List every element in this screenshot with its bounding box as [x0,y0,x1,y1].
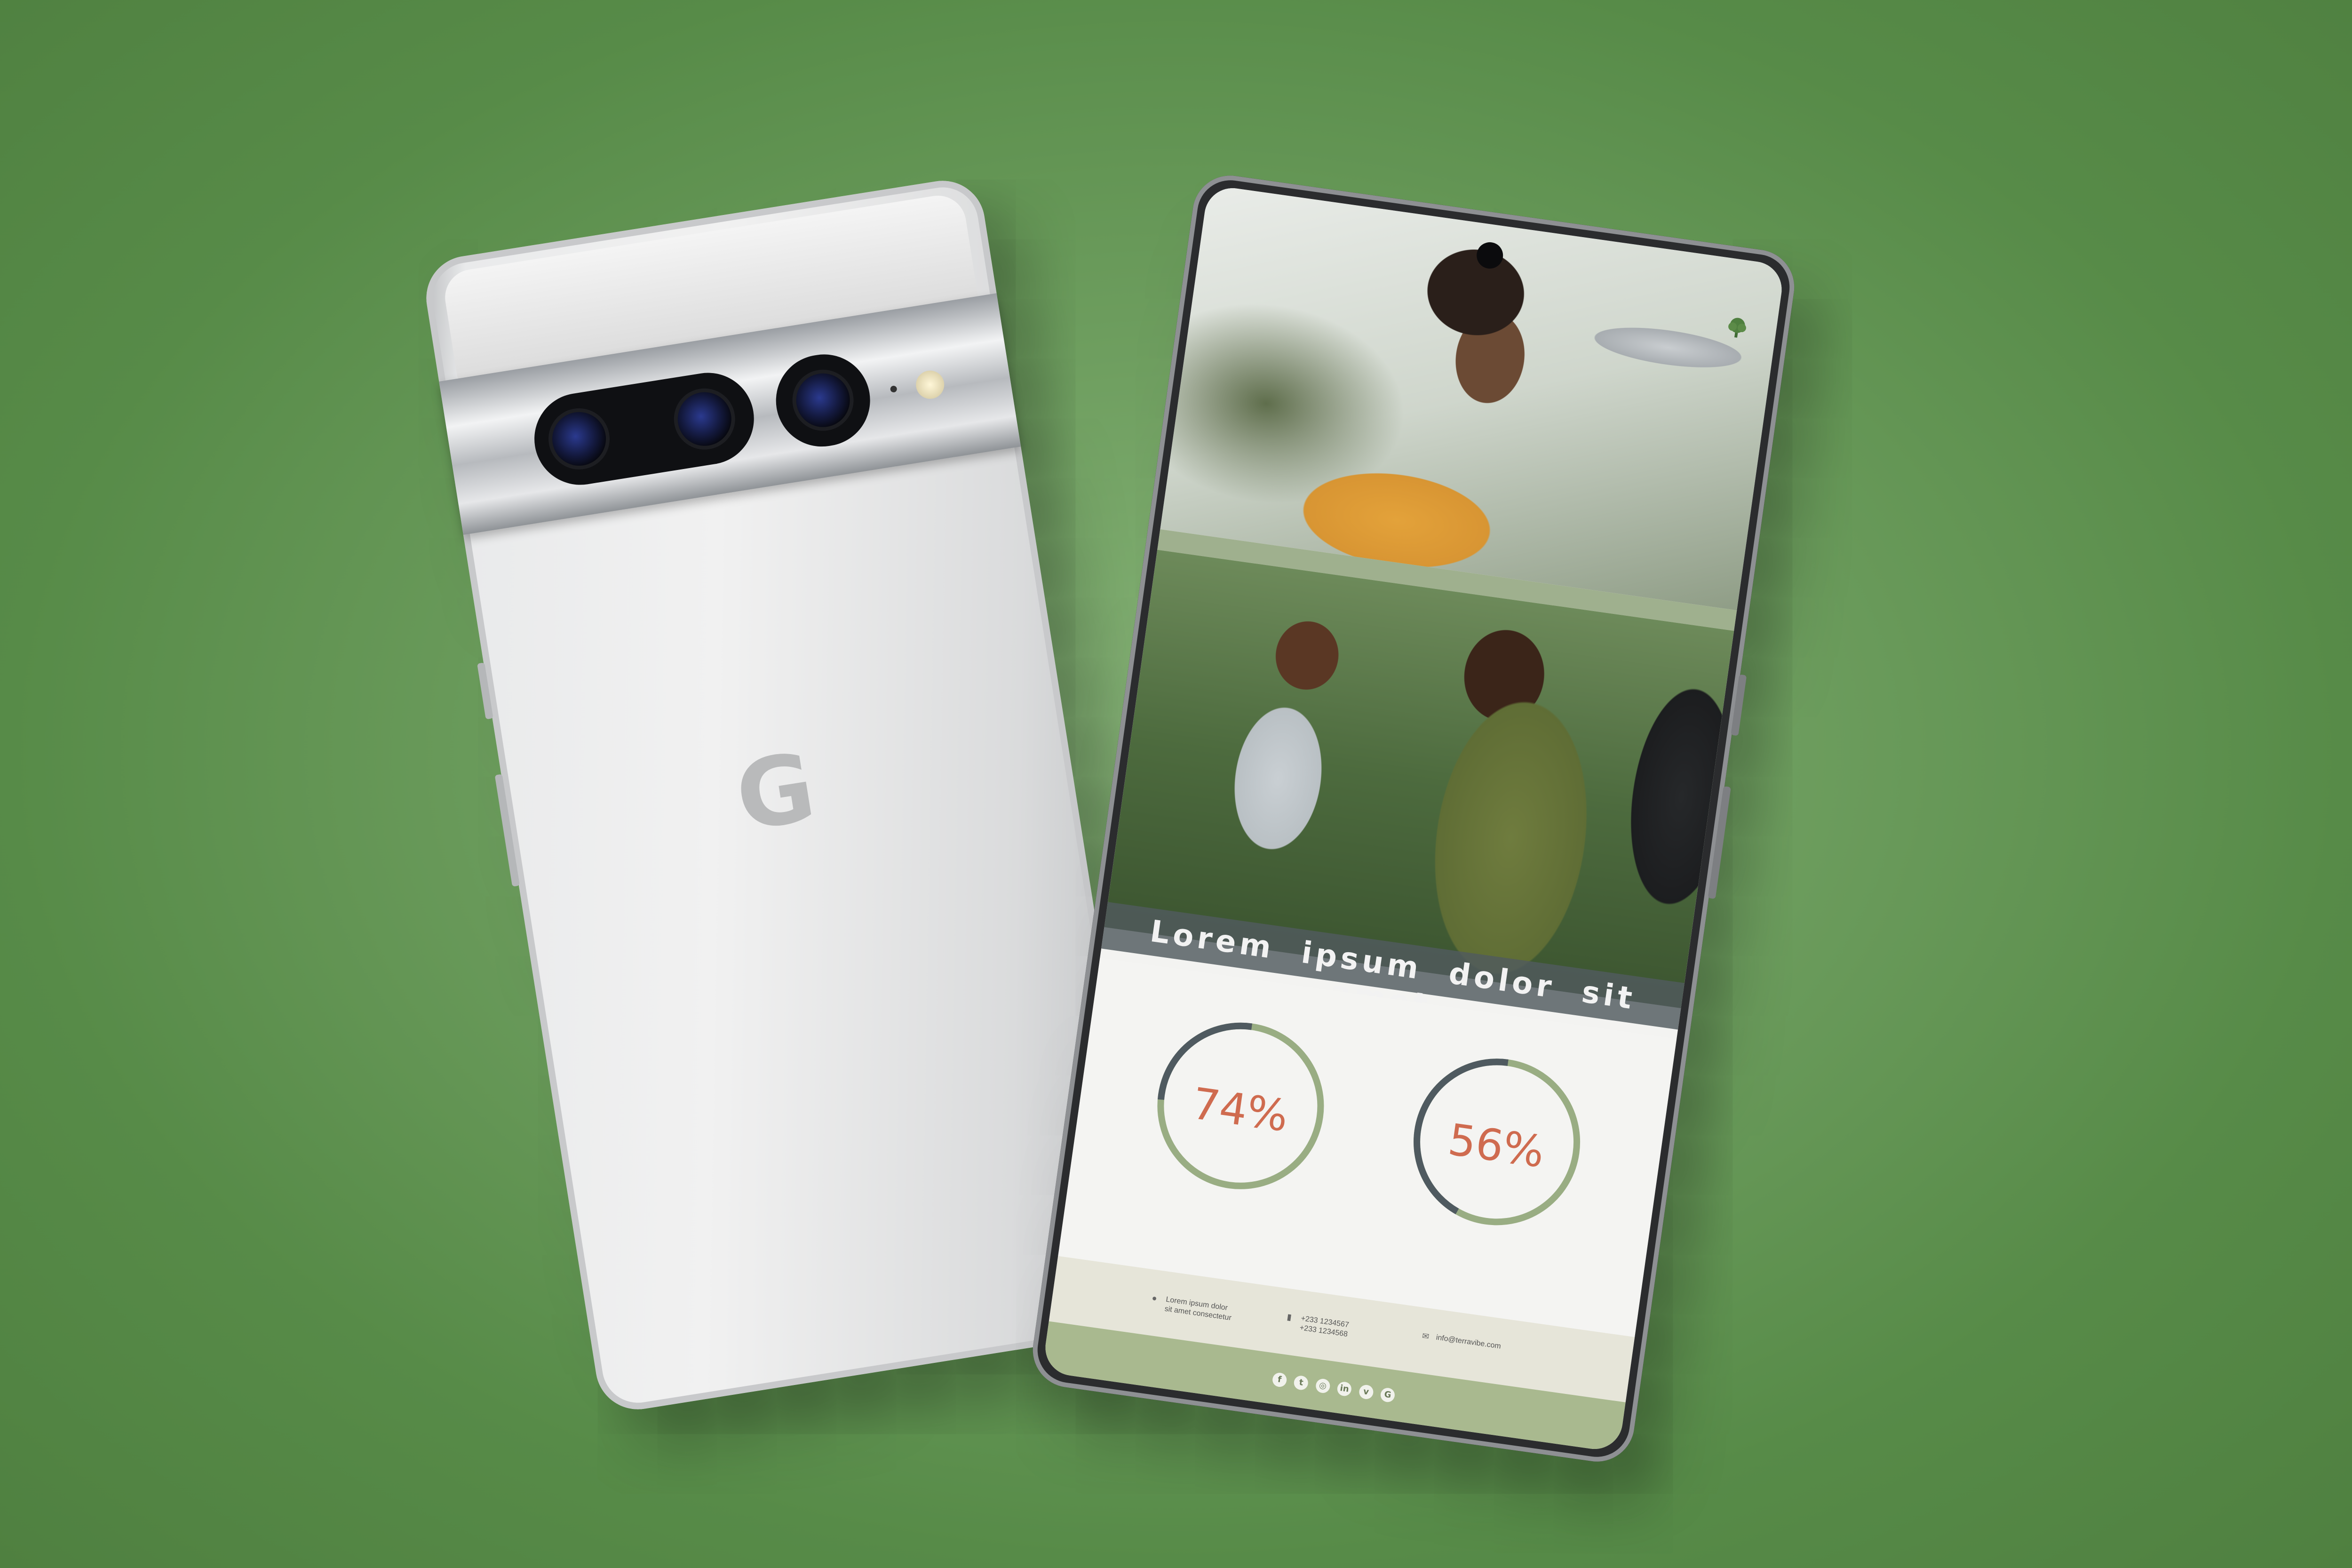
phone-icon: ▮ [1286,1312,1293,1322]
linkedin-icon[interactable]: in [1336,1381,1353,1397]
facebook-icon[interactable]: f [1271,1372,1288,1388]
front-phone: Lorem ipsum dolor sit amet, 74% 56% ● [1028,170,1799,1467]
google-icon[interactable]: G [1380,1387,1396,1403]
volume-button [1708,786,1731,899]
vine-icon[interactable]: v [1358,1384,1375,1400]
stat-ring-2: 56% [1396,1041,1597,1243]
lens-wide-icon [544,404,614,474]
footer-email[interactable]: info@terravibe.com [1436,1333,1502,1352]
footer-address: Lorem ipsum dolor sit amet consectetur [1164,1295,1233,1323]
footer-phone: +233 1234567 +233 1234568 [1299,1314,1350,1339]
google-logo: G [729,732,823,853]
phone-screen: Lorem ipsum dolor sit amet, 74% 56% ● [1041,184,1786,1453]
instagram-icon[interactable]: ◎ [1315,1377,1331,1394]
lens-telephoto-icon [788,365,858,436]
stat-ring-1: 74% [1140,1005,1342,1207]
telephoto-module [769,348,877,454]
dual-lens-module [528,366,761,492]
mic-dot [890,385,898,393]
volume-button [494,774,520,887]
location-pin-icon: ● [1151,1293,1158,1303]
power-button [1731,674,1747,736]
flash-icon [914,368,946,401]
side-button [477,662,493,720]
lens-main-icon [669,384,740,454]
tree-logo-icon [1728,318,1746,338]
twitter-icon[interactable]: t [1293,1375,1310,1391]
mail-icon: ✉ [1421,1331,1430,1342]
